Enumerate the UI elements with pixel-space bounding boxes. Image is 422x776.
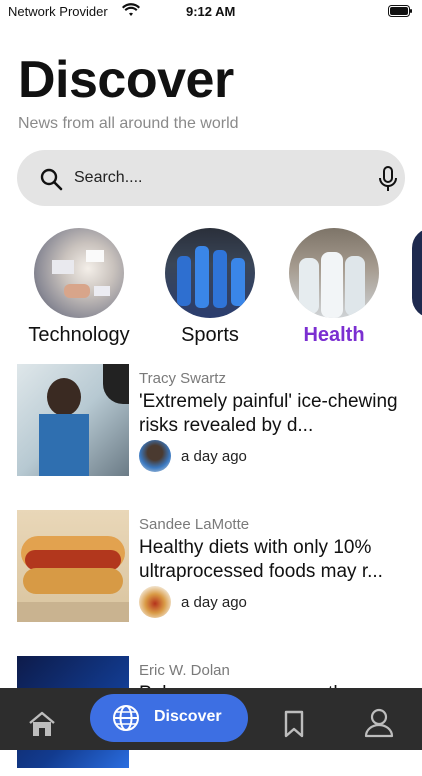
status-bar: Network Provider 9:12 AM [0, 0, 422, 24]
category-label: Sports [181, 324, 239, 346]
article-thumbnail [17, 510, 129, 622]
globe-icon [113, 705, 139, 731]
author-avatar [139, 586, 171, 618]
category-image-health [289, 228, 379, 318]
bookmark-icon[interactable] [282, 704, 306, 744]
search-bar[interactable]: Search.... [17, 150, 405, 206]
article-title[interactable]: Healthy diets with only 10% ultraprocess… [139, 536, 409, 584]
author-avatar [139, 440, 171, 472]
carrier-label: Network Provider [8, 4, 108, 19]
category-technology[interactable]: Technology [19, 228, 139, 347]
article-thumbnail [17, 364, 129, 476]
category-health[interactable]: Health [274, 228, 394, 347]
home-icon[interactable] [28, 704, 56, 744]
wifi-icon [122, 3, 140, 16]
article-card[interactable]: Sandee LaMotte Healthy diets with only 1… [0, 510, 422, 630]
article-author: Sandee LaMotte [139, 516, 250, 533]
category-label: Health [303, 324, 365, 346]
tab-discover[interactable]: Discover [90, 694, 248, 742]
search-icon [40, 168, 63, 191]
category-carousel[interactable]: Technology Sports Health [0, 228, 422, 353]
article-author: Eric W. Dolan [139, 662, 230, 679]
article-card[interactable]: Tracy Swartz 'Extremely painful' ice-che… [0, 364, 422, 484]
category-label: Technology [28, 324, 130, 346]
category-sports[interactable]: Sports [150, 228, 270, 347]
clock: 9:12 AM [186, 4, 236, 19]
tab-discover-label: Discover [154, 708, 222, 725]
battery-icon [388, 5, 412, 17]
search-input[interactable]: Search.... [74, 169, 142, 187]
page-title: Discover [18, 51, 234, 109]
profile-icon[interactable] [364, 702, 394, 742]
page-subtitle: News from all around the world [18, 115, 239, 132]
article-title[interactable]: 'Extremely painful' ice-chewing risks re… [139, 390, 409, 438]
category-image-sports [165, 228, 255, 318]
bottom-tab-bar: Discover [0, 688, 422, 750]
article-timestamp: a day ago [181, 448, 247, 465]
article-author: Tracy Swartz [139, 370, 226, 387]
microphone-icon[interactable] [377, 166, 399, 192]
category-image-technology [34, 228, 124, 318]
category-next-partial[interactable] [412, 228, 422, 318]
article-timestamp: a day ago [181, 594, 247, 611]
